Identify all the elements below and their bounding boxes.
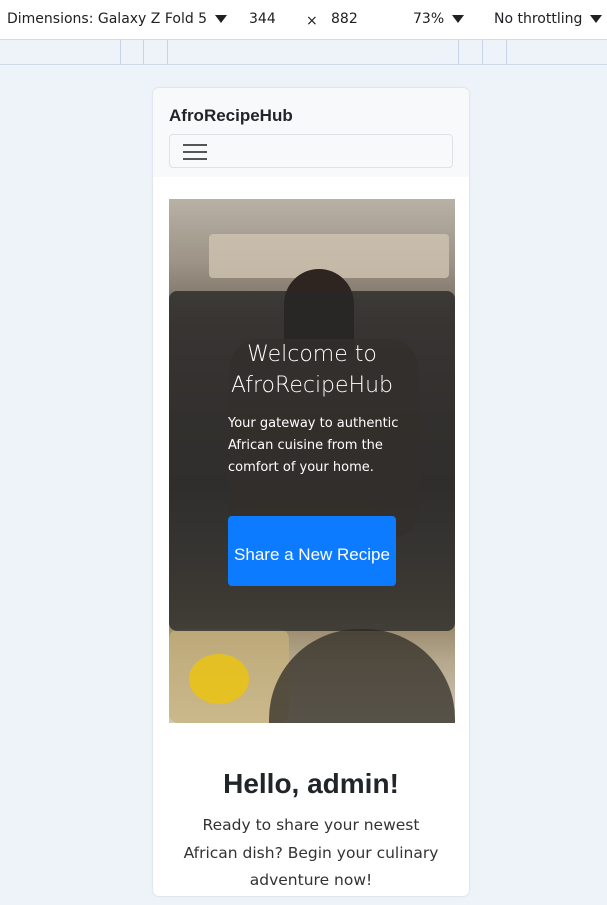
- hero-overlay-card: Welcome to AfroRecipeHub Your gateway to…: [169, 291, 455, 631]
- media-query-ruler[interactable]: [0, 40, 607, 65]
- zoom-dropdown[interactable]: 73%: [413, 11, 465, 27]
- greeting-title: Hello, admin!: [223, 768, 399, 799]
- navbar: AfroRecipeHub: [153, 88, 469, 177]
- times-icon: ×: [306, 13, 318, 29]
- hero-title: Welcome to AfroRecipeHub: [230, 342, 394, 398]
- navbar-brand[interactable]: AfroRecipeHub: [169, 106, 293, 126]
- device-viewport: AfroRecipeHub Welcome to AfroRecipeHub Y…: [153, 88, 469, 896]
- chevron-down-icon: [215, 15, 228, 23]
- height-input[interactable]: 882: [331, 11, 358, 27]
- dimensions-label: Dimensions: Galaxy Z Fold 5: [7, 11, 208, 27]
- share-recipe-button[interactable]: Share a New Recipe: [228, 516, 396, 586]
- dimensions-dropdown[interactable]: Dimensions: Galaxy Z Fold 5: [7, 11, 228, 27]
- greeting-subtitle: Ready to share your newest African dish?…: [183, 816, 439, 889]
- navbar-toggler-button[interactable]: [169, 134, 453, 168]
- chevron-down-icon: [590, 15, 603, 23]
- throttling-label: No throttling: [494, 11, 583, 27]
- zoom-label: 73%: [413, 11, 445, 27]
- width-input[interactable]: 344: [249, 11, 276, 27]
- chevron-down-icon: [452, 15, 465, 23]
- hero-text: Your gateway to authentic African cuisin…: [228, 416, 399, 475]
- hero-section: Welcome to AfroRecipeHub Your gateway to…: [169, 199, 455, 723]
- throttling-dropdown[interactable]: No throttling: [494, 11, 603, 27]
- hamburger-menu-icon: [183, 143, 207, 161]
- devtools-toolbar: Dimensions: Galaxy Z Fold 5 344 × 882 73…: [0, 0, 607, 40]
